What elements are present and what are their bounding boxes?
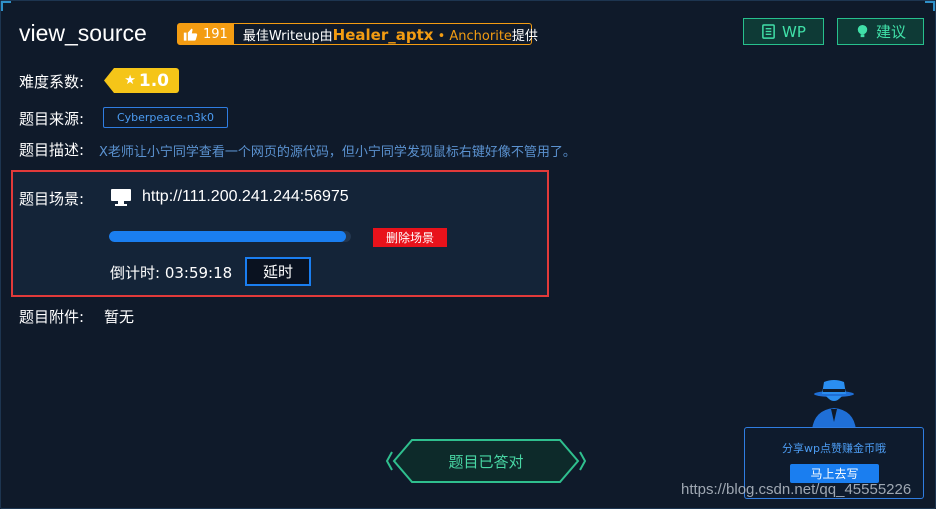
difficulty-label: 难度系数: bbox=[19, 73, 85, 91]
progress-fill bbox=[109, 231, 347, 242]
hacker-avatar-icon bbox=[812, 380, 856, 430]
challenge-title: view_source bbox=[19, 20, 147, 46]
monitor-icon bbox=[111, 189, 131, 206]
writeup-text: 最佳Writeup由Healer_aptx • Anchorite提供 bbox=[234, 25, 538, 44]
star-icon: ★ bbox=[124, 73, 136, 88]
attachment-label: 题目附件: bbox=[19, 308, 85, 326]
wp-button-label: WP bbox=[782, 22, 806, 41]
description-label: 题目描述: bbox=[19, 141, 85, 159]
scene-label: 题目场景: bbox=[19, 190, 85, 208]
likes-number: 191 bbox=[203, 26, 228, 42]
answered-button[interactable]: 题目已答对 bbox=[385, 438, 587, 484]
corner-decoration bbox=[925, 1, 935, 11]
writeup-badge[interactable]: 191 最佳Writeup由Healer_aptx • Anchorite提供 bbox=[177, 23, 538, 45]
attachment-value: 暂无 bbox=[104, 308, 135, 326]
wp-button[interactable]: WP bbox=[743, 18, 824, 45]
writeup-prefix: 最佳Writeup由 bbox=[242, 28, 333, 44]
likes-count[interactable]: 191 bbox=[178, 24, 234, 44]
thumbs-up-icon bbox=[183, 28, 198, 41]
suggest-button[interactable]: 建议 bbox=[837, 18, 924, 45]
countdown-text: 倒计时: 03:59:18 bbox=[110, 264, 233, 282]
source-tag[interactable]: Cyberpeace-n3k0 bbox=[103, 107, 228, 128]
scene-url[interactable]: http://111.200.241.244:56975 bbox=[142, 188, 349, 206]
answered-button-label: 题目已答对 bbox=[448, 452, 524, 471]
corner-decoration bbox=[1, 1, 11, 11]
scene-progress-bar bbox=[109, 231, 351, 242]
difficulty-value: 1.0 bbox=[138, 70, 169, 91]
book-icon bbox=[762, 24, 775, 39]
writeup-suffix: 提供 bbox=[511, 28, 538, 44]
watermark: https://blog.csdn.net/qq_45555226 bbox=[681, 481, 912, 498]
writeup-separator: • bbox=[437, 28, 446, 44]
writeup-second-author[interactable]: Anchorite bbox=[449, 29, 512, 44]
bulb-icon bbox=[857, 24, 868, 38]
source-label: 题目来源: bbox=[19, 110, 85, 128]
description-text: X老师让小宁同学查看一个网页的源代码，但小宁同学发现鼠标右键好像不管用了。 bbox=[99, 145, 576, 160]
difficulty-badge: ★ 1.0 bbox=[104, 68, 179, 93]
share-text: 分享wp点赞赚金币哦 bbox=[782, 442, 886, 455]
suggest-button-label: 建议 bbox=[875, 23, 906, 41]
delay-button[interactable]: 延时 bbox=[245, 257, 311, 286]
delete-scene-button[interactable]: 删除场景 bbox=[373, 228, 447, 247]
writeup-author[interactable]: Healer_aptx bbox=[333, 26, 434, 44]
